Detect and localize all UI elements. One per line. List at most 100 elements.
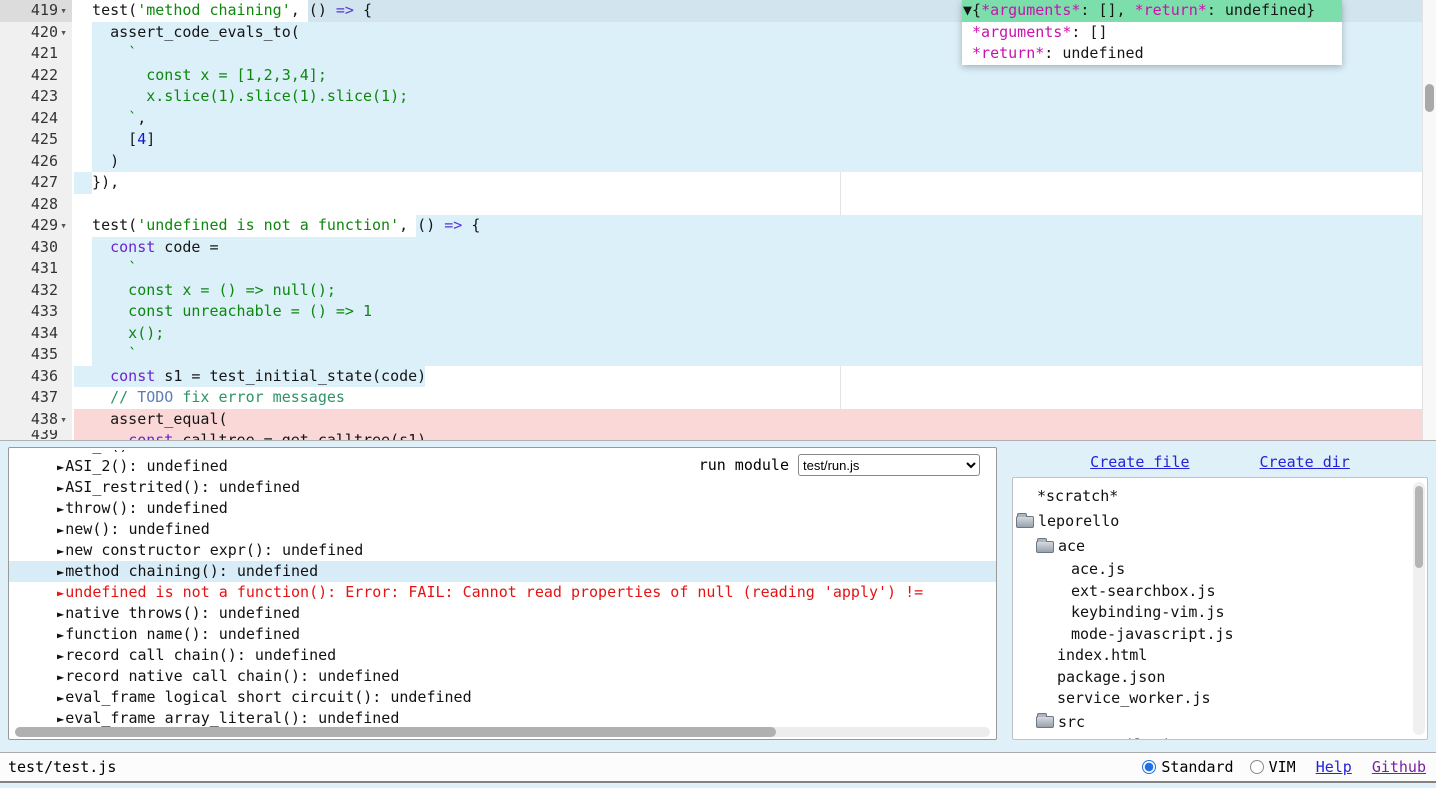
test-result-item[interactable]: ►ASI_restrited(): undefined	[9, 477, 996, 498]
file-tree-vertical-scrollbar[interactable]	[1413, 482, 1425, 735]
keybinding-standard-option[interactable]: Standard	[1142, 758, 1233, 776]
test-result-item[interactable]: ►eval_frame logical short circuit(): und…	[9, 687, 996, 708]
test-result-item[interactable]: ►record call chain(): undefined	[9, 645, 996, 666]
expand-triangle-icon[interactable]: ►	[57, 502, 64, 516]
file-tree-item[interactable]: package.json	[1013, 667, 1427, 689]
line-number: 435	[31, 344, 58, 366]
expand-triangle-icon[interactable]: ►	[57, 544, 64, 558]
help-link[interactable]: Help	[1316, 758, 1352, 776]
run-module-select[interactable]: test/run.js	[798, 454, 980, 476]
test-result-item[interactable]: ►throw(): undefined	[9, 498, 996, 519]
test-result-item[interactable]: ►eval_frame array_literal(): undefined	[9, 708, 996, 729]
create-dir-link[interactable]: Create dir	[1260, 453, 1350, 471]
expand-triangle-icon[interactable]: ►	[57, 691, 64, 705]
file-tree-item[interactable]: service_worker.js	[1013, 688, 1427, 710]
line-number: 425	[31, 129, 58, 151]
line-number: 429	[31, 215, 58, 237]
test-results-panel: ►ASI_1(): undefined►ASI_2(): undefined►A…	[8, 447, 997, 740]
file-tree-scrollbar-thumb[interactable]	[1415, 486, 1423, 568]
status-bar-controls: Standard VIM Help Github	[1142, 758, 1426, 776]
test-result-item[interactable]: ►new(): undefined	[9, 519, 996, 540]
run-module-row: run module test/run.js	[699, 454, 980, 476]
file-tree-item[interactable]: leporello	[1013, 509, 1427, 534]
expand-triangle-icon[interactable]: ►	[57, 649, 64, 663]
fold-arrow-icon[interactable]: ▾	[58, 409, 69, 431]
fold-arrow-icon[interactable]: ▾	[58, 0, 69, 22]
expand-triangle-icon[interactable]: ►	[57, 712, 64, 726]
test-result-item[interactable]: ►method chaining(): undefined	[9, 561, 996, 582]
value-inspector-tooltip: ▼{*arguments*: [], *return*: undefined} …	[962, 0, 1342, 65]
editor-line[interactable]: 423 x.slice(1).slice(1).slice(1);	[0, 86, 1436, 108]
code-editor[interactable]: 419▾ test('method chaining', () => {420▾…	[0, 0, 1436, 441]
editor-line[interactable]: 433 const unreachable = () => 1	[0, 301, 1436, 323]
standard-radio-button[interactable]	[1142, 760, 1156, 774]
test-result-item[interactable]: ►record native call chain(): undefined	[9, 666, 996, 687]
file-tree-item[interactable]: mode-javascript.js	[1013, 624, 1427, 646]
editor-line[interactable]: 432 const x = () => null();	[0, 280, 1436, 302]
fold-arrow-icon[interactable]: ▾	[58, 22, 69, 44]
test-results-list: ►ASI_1(): undefined►ASI_2(): undefined►A…	[9, 448, 996, 729]
expand-triangle-icon[interactable]: ►	[57, 628, 64, 642]
editor-line[interactable]: 434 x();	[0, 323, 1436, 345]
editor-line[interactable]: 428	[0, 194, 1436, 216]
line-number: 426	[31, 151, 58, 173]
expand-triangle-icon[interactable]: ►	[57, 481, 64, 495]
file-name: leporello	[1038, 509, 1119, 534]
editor-line[interactable]: 427 }),	[0, 172, 1436, 194]
file-name: *scratch*	[1037, 484, 1118, 509]
test-result-item[interactable]: ►undefined is not a function(): Error: F…	[9, 582, 996, 603]
expand-triangle-icon[interactable]: ►	[57, 607, 64, 621]
file-tree-item[interactable]: ext-searchbox.js	[1013, 581, 1427, 603]
line-number: 422	[31, 65, 58, 87]
file-tree-item[interactable]: ace	[1013, 534, 1427, 559]
tooltip-entry[interactable]: ▼{*arguments*: [], *return*: undefined}	[962, 0, 1342, 22]
line-number: 434	[31, 323, 58, 345]
file-tree-item[interactable]: keybinding-vim.js	[1013, 602, 1427, 624]
console-horizontal-scrollbar[interactable]	[15, 727, 990, 737]
console-scrollbar-thumb[interactable]	[15, 727, 776, 737]
test-result-item[interactable]: ►function name(): undefined	[9, 624, 996, 645]
expand-triangle-icon[interactable]: ►	[57, 460, 64, 474]
file-tree-list: *scratch*leporelloaceace.jsext-searchbox…	[1013, 484, 1427, 740]
expand-triangle-icon[interactable]: ►	[57, 450, 64, 453]
current-file-path: test/test.js	[8, 758, 116, 776]
editor-line[interactable]: 422 const x = [1,2,3,4];	[0, 65, 1436, 87]
editor-line[interactable]: 426 )	[0, 151, 1436, 173]
expand-triangle-icon[interactable]: ►	[57, 670, 64, 684]
create-file-link[interactable]: Create file	[1090, 453, 1189, 471]
editor-line[interactable]: 439 const calltree = get_calltree(s1)	[0, 430, 1436, 440]
tooltip-entry[interactable]: *return*: undefined	[962, 43, 1342, 65]
line-number: 419	[31, 0, 58, 22]
tooltip-entry[interactable]: *arguments*: []	[962, 22, 1342, 44]
file-tree-item[interactable]: src	[1013, 710, 1427, 735]
file-tree-panel: Create file Create dir *scratch*leporell…	[1012, 447, 1428, 740]
editor-vertical-scrollbar[interactable]	[1422, 0, 1436, 441]
test-result-item[interactable]: ►new constructor expr(): undefined	[9, 540, 996, 561]
github-link[interactable]: Github	[1372, 758, 1426, 776]
editor-line[interactable]: 438▾ assert_equal(	[0, 409, 1436, 431]
editor-line[interactable]: 435 `	[0, 344, 1436, 366]
fold-arrow-icon[interactable]: ▾	[58, 215, 69, 237]
editor-line[interactable]: 430 const code =	[0, 237, 1436, 259]
editor-scrollbar-thumb[interactable]	[1425, 84, 1434, 112]
test-result-item[interactable]: ►native throws(): undefined	[9, 603, 996, 624]
editor-code-area[interactable]: 419▾ test('method chaining', () => {420▾…	[0, 0, 1436, 440]
expand-triangle-icon[interactable]: ►	[57, 523, 64, 537]
editor-line[interactable]: 425 [4]	[0, 129, 1436, 151]
editor-line[interactable]: 437 // TODO fix error messages	[0, 387, 1436, 409]
file-tree-item[interactable]: ace.js	[1013, 559, 1427, 581]
file-tree-item[interactable]: index.html	[1013, 645, 1427, 667]
gutter-cell: 433	[0, 301, 72, 323]
editor-line[interactable]: 429▾ test('undefined is not a function',…	[0, 215, 1436, 237]
expand-triangle-icon[interactable]: ►	[57, 586, 64, 600]
gutter-cell: 436	[0, 366, 72, 388]
gutter-cell: 420▾	[0, 22, 72, 44]
editor-line[interactable]: 424 `,	[0, 108, 1436, 130]
vim-radio-button[interactable]	[1250, 760, 1264, 774]
editor-line[interactable]: 431 `	[0, 258, 1436, 280]
editor-line[interactable]: 436 const s1 = test_initial_state(code)	[0, 366, 1436, 388]
file-tree-item[interactable]: ast_utils.js	[1013, 735, 1427, 741]
file-tree-item[interactable]: *scratch*	[1013, 484, 1427, 509]
keybinding-vim-option[interactable]: VIM	[1250, 758, 1296, 776]
expand-triangle-icon[interactable]: ►	[57, 565, 64, 579]
